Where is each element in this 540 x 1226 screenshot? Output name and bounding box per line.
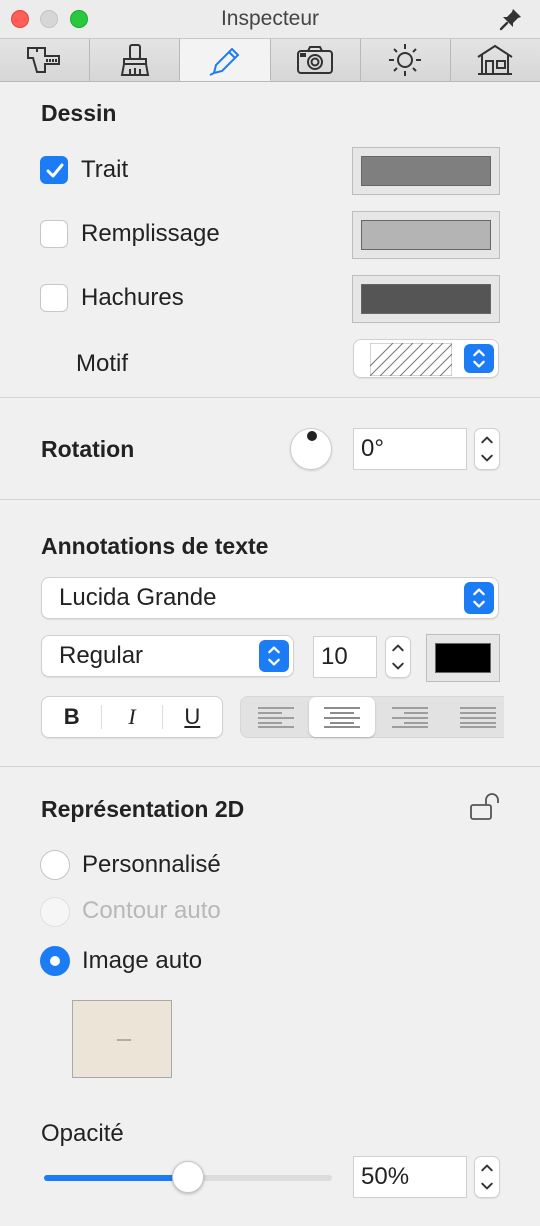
opacity-slider-knob[interactable] xyxy=(172,1161,204,1193)
tab-building[interactable] xyxy=(451,39,540,81)
font-size-stepper[interactable] xyxy=(385,636,411,678)
rotation-stepper[interactable] xyxy=(474,428,500,470)
fill-checkbox[interactable] xyxy=(40,220,68,248)
unlock-icon[interactable] xyxy=(469,792,503,822)
align-left-icon xyxy=(258,707,294,728)
brush-icon xyxy=(120,44,149,76)
tab-lighting[interactable] xyxy=(361,39,451,81)
stepper-arrows-icon xyxy=(481,436,493,462)
align-justify-icon xyxy=(460,707,496,728)
rotation-input[interactable]: 0° xyxy=(353,428,467,470)
stepper-arrows-icon xyxy=(481,1164,493,1190)
caliper-icon xyxy=(26,47,60,73)
font-style-value: Regular xyxy=(59,642,144,669)
pattern-label: Motif xyxy=(76,350,129,377)
fill-label: Remplissage xyxy=(81,220,220,247)
stroke-color-well[interactable] xyxy=(352,147,500,195)
radio-auto-contour xyxy=(40,897,70,927)
tab-drawing[interactable] xyxy=(180,39,271,81)
radio-auto-image[interactable] xyxy=(40,946,70,976)
stroke-checkbox[interactable] xyxy=(40,156,68,184)
hatch-color-well[interactable] xyxy=(352,275,500,323)
align-center-button[interactable] xyxy=(309,697,375,737)
pencil-icon xyxy=(209,47,240,76)
option-auto-contour-label: Contour auto xyxy=(82,897,221,924)
text-color-well[interactable] xyxy=(426,634,500,682)
font-family-value: Lucida Grande xyxy=(59,584,217,611)
pattern-popup[interactable] xyxy=(353,339,499,378)
window-title: Inspecteur xyxy=(220,7,320,30)
text-alignment-segmented xyxy=(240,696,504,738)
stepper-arrows-icon xyxy=(392,644,404,670)
tab-camera[interactable] xyxy=(271,39,361,81)
text-annotations-title: Annotations de texte xyxy=(41,533,269,559)
fill-color-well[interactable] xyxy=(352,211,500,259)
align-justify-button[interactable] xyxy=(445,697,511,737)
rotation-dial[interactable] xyxy=(290,428,332,470)
pin-icon[interactable] xyxy=(498,6,524,32)
representation-2d-title: Représentation 2D xyxy=(41,796,245,822)
stroke-label: Trait xyxy=(81,156,129,183)
popup-arrows-icon xyxy=(464,344,494,373)
fill-color-fill xyxy=(361,220,491,250)
opacity-label: Opacité xyxy=(41,1120,124,1147)
hatch-pattern-preview xyxy=(370,343,452,376)
align-right-button[interactable] xyxy=(377,697,443,737)
font-family-popup[interactable]: Lucida Grande xyxy=(41,577,499,619)
align-left-button[interactable] xyxy=(243,697,309,737)
sun-icon xyxy=(389,44,422,76)
align-right-icon xyxy=(392,707,428,728)
camera-icon xyxy=(297,46,334,74)
section-divider xyxy=(0,499,540,500)
checkmark-icon xyxy=(46,163,64,178)
radio-custom[interactable] xyxy=(40,850,70,880)
drawing-section-title: Dessin xyxy=(41,100,117,126)
inspector-tabbar xyxy=(0,38,540,82)
font-style-popup[interactable]: Regular xyxy=(41,635,294,677)
bold-button[interactable]: B xyxy=(42,697,101,737)
option-custom-label: Personnalisé xyxy=(82,851,221,878)
underline-button[interactable]: U xyxy=(163,697,222,737)
opacity-input[interactable]: 50% xyxy=(353,1156,467,1198)
tab-style[interactable] xyxy=(90,39,181,81)
section-divider xyxy=(0,766,540,767)
option-auto-image-label: Image auto xyxy=(82,947,203,974)
hatch-checkbox[interactable] xyxy=(40,284,68,312)
text-color-fill xyxy=(435,643,491,673)
hatch-label: Hachures xyxy=(81,284,184,311)
section-divider xyxy=(0,397,540,398)
font-size-input[interactable]: 10 xyxy=(313,636,377,678)
preview-thumbnail xyxy=(72,1000,172,1078)
stroke-color-fill xyxy=(361,156,491,186)
opacity-slider-fill xyxy=(44,1175,188,1181)
opacity-stepper[interactable] xyxy=(474,1156,500,1198)
rotation-title: Rotation xyxy=(41,436,135,462)
tab-dimensions[interactable] xyxy=(0,39,91,81)
italic-button[interactable]: I xyxy=(102,697,161,737)
popup-arrows-icon xyxy=(464,582,494,614)
house-icon xyxy=(477,44,513,75)
rotation-dial-indicator xyxy=(307,431,317,441)
hatch-color-fill xyxy=(361,284,491,314)
title-bar: Inspecteur xyxy=(0,0,540,38)
align-center-icon xyxy=(324,707,360,728)
text-style-segmented: B I U xyxy=(41,696,223,738)
popup-arrows-icon xyxy=(259,640,289,672)
